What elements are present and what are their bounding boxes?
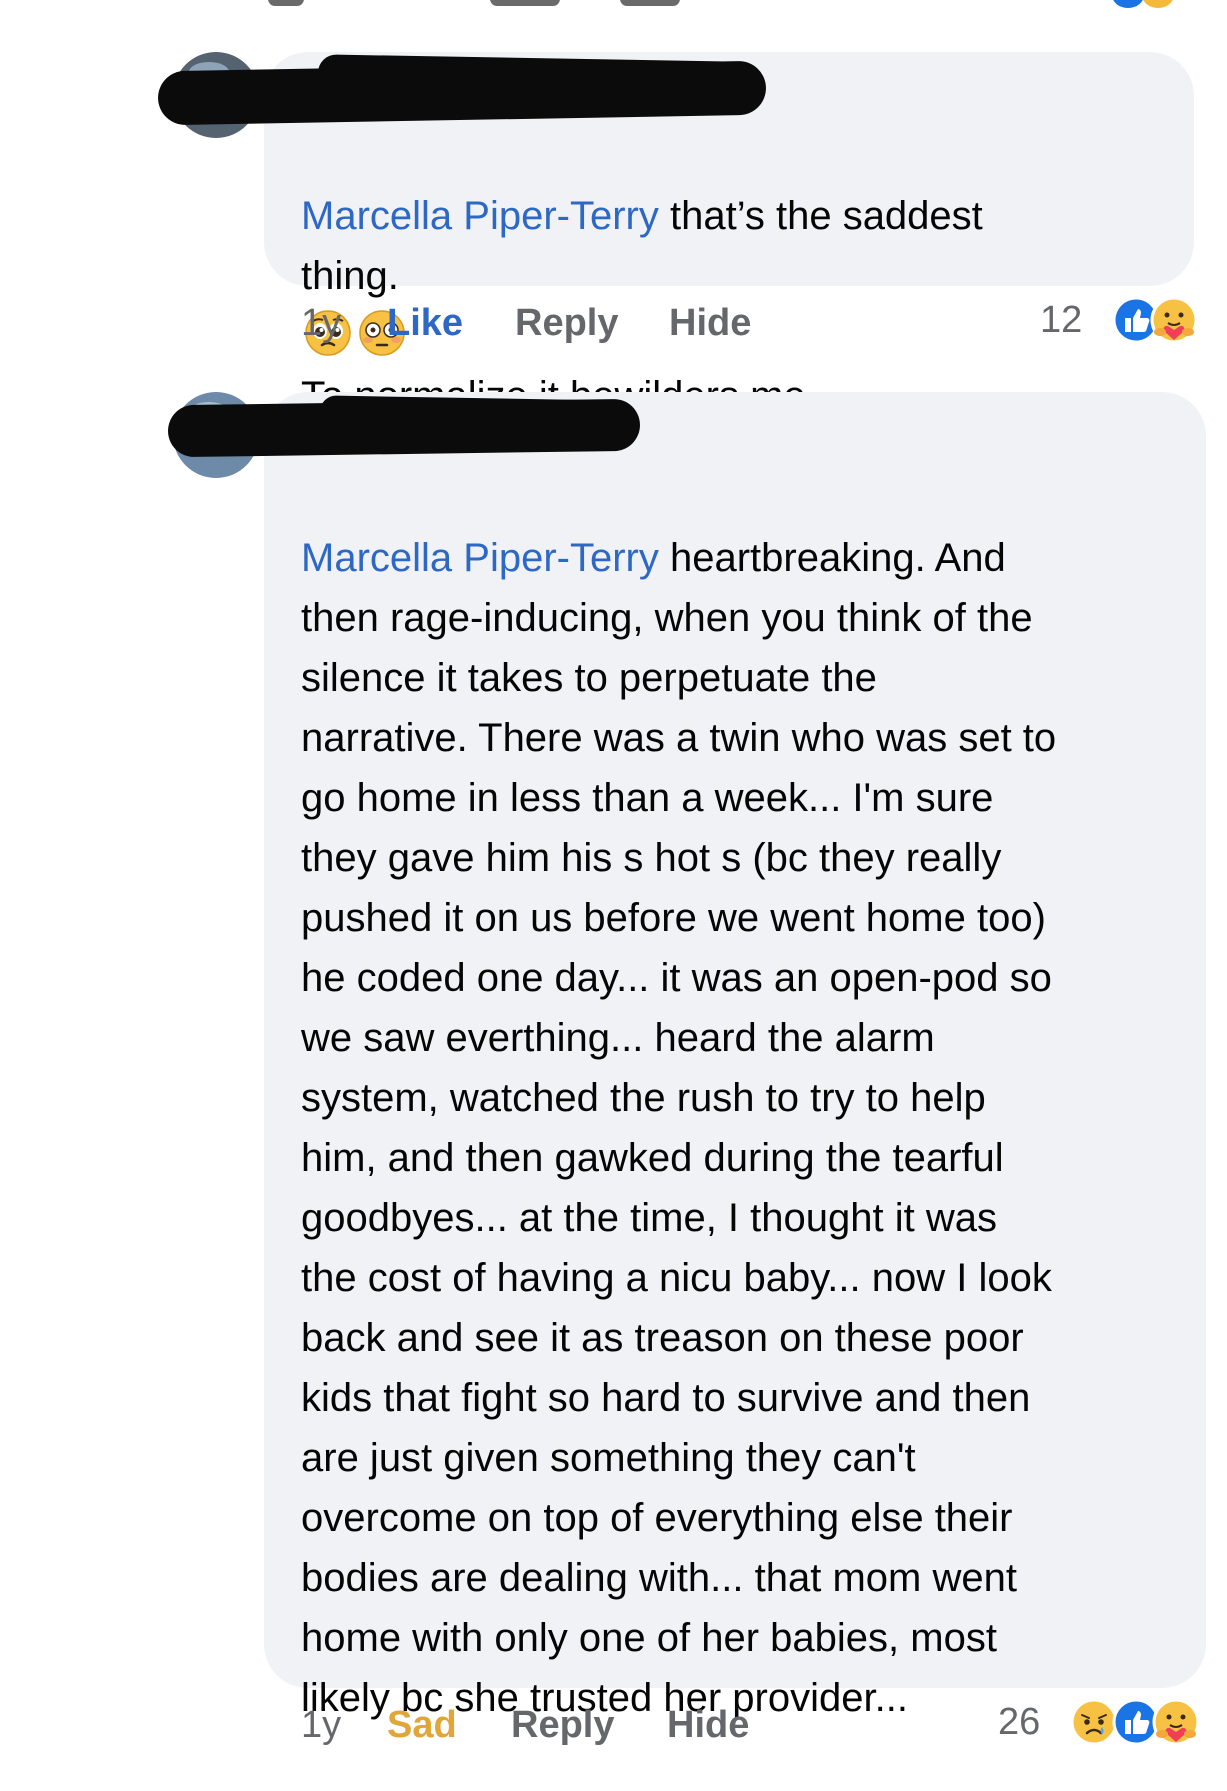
redacted-author-name [319, 395, 621, 433]
sad-icon [1070, 1698, 1118, 1746]
reaction-count: 26 [998, 1701, 1041, 1743]
comment: Marcella Piper-Terry heartbreaking. And … [0, 0, 1227, 1791]
reply-button[interactable]: Reply [511, 1700, 614, 1750]
care-icon [1152, 1698, 1200, 1746]
sad-reaction-button[interactable]: Sad [387, 1700, 457, 1750]
comment-text: Marcella Piper-Terry heartbreaking. And … [301, 468, 1181, 1728]
timestamp[interactable]: 1y [301, 1700, 341, 1750]
reaction-summary[interactable]: 26 [998, 1694, 1220, 1750]
hide-button[interactable]: Hide [667, 1700, 749, 1750]
comment-actions: 1y Sad Reply Hide [301, 1700, 749, 1750]
comment-text-part: heartbreaking. And then rage-inducing, w… [301, 536, 1057, 1720]
mention-link[interactable]: Marcella Piper-Terry [301, 536, 659, 580]
